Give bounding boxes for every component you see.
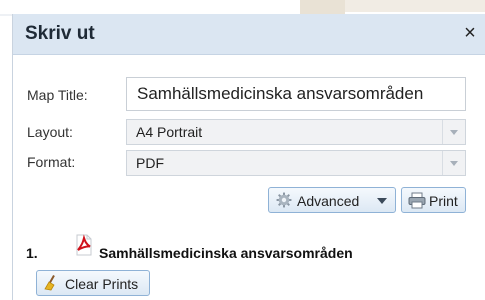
layout-value: A4 Portrait — [136, 124, 203, 140]
gear-icon — [276, 192, 292, 208]
map-title-label: Map Title: — [27, 87, 88, 103]
broom-icon — [44, 275, 55, 291]
format-dropdown-arrow-icon[interactable] — [442, 151, 465, 175]
dialog-titlebar[interactable]: Skriv ut × — [13, 14, 485, 55]
map-title-input[interactable] — [126, 77, 466, 111]
chevron-down-icon — [377, 198, 387, 204]
print-button[interactable]: Print — [401, 187, 466, 213]
close-icon[interactable]: × — [459, 22, 481, 44]
result-number: 1. — [26, 245, 38, 261]
layout-dropdown-arrow-icon[interactable] — [442, 120, 465, 144]
clear-prints-button[interactable]: Clear Prints — [36, 270, 150, 296]
print-dialog: Skriv ut × Map Title: Layout: A4 Portrai… — [12, 14, 485, 300]
format-value: PDF — [136, 155, 164, 171]
clear-prints-label: Clear Prints — [65, 276, 139, 292]
print-label: Print — [429, 193, 458, 209]
advanced-label: Advanced — [297, 193, 360, 209]
layout-label: Layout: — [27, 124, 73, 140]
pdf-icon — [76, 234, 92, 256]
map-background-block — [345, 0, 485, 12]
format-select[interactable]: PDF — [126, 150, 466, 176]
layout-select[interactable]: A4 Portrait — [126, 119, 466, 145]
map-background-block — [300, 0, 345, 14]
dialog-title: Skriv ut — [25, 23, 95, 44]
advanced-button[interactable]: Advanced — [268, 187, 396, 213]
format-label: Format: — [27, 154, 76, 170]
result-link[interactable]: Samhällsmedicinska ansvarsområden — [99, 245, 353, 261]
printer-icon — [408, 192, 426, 209]
